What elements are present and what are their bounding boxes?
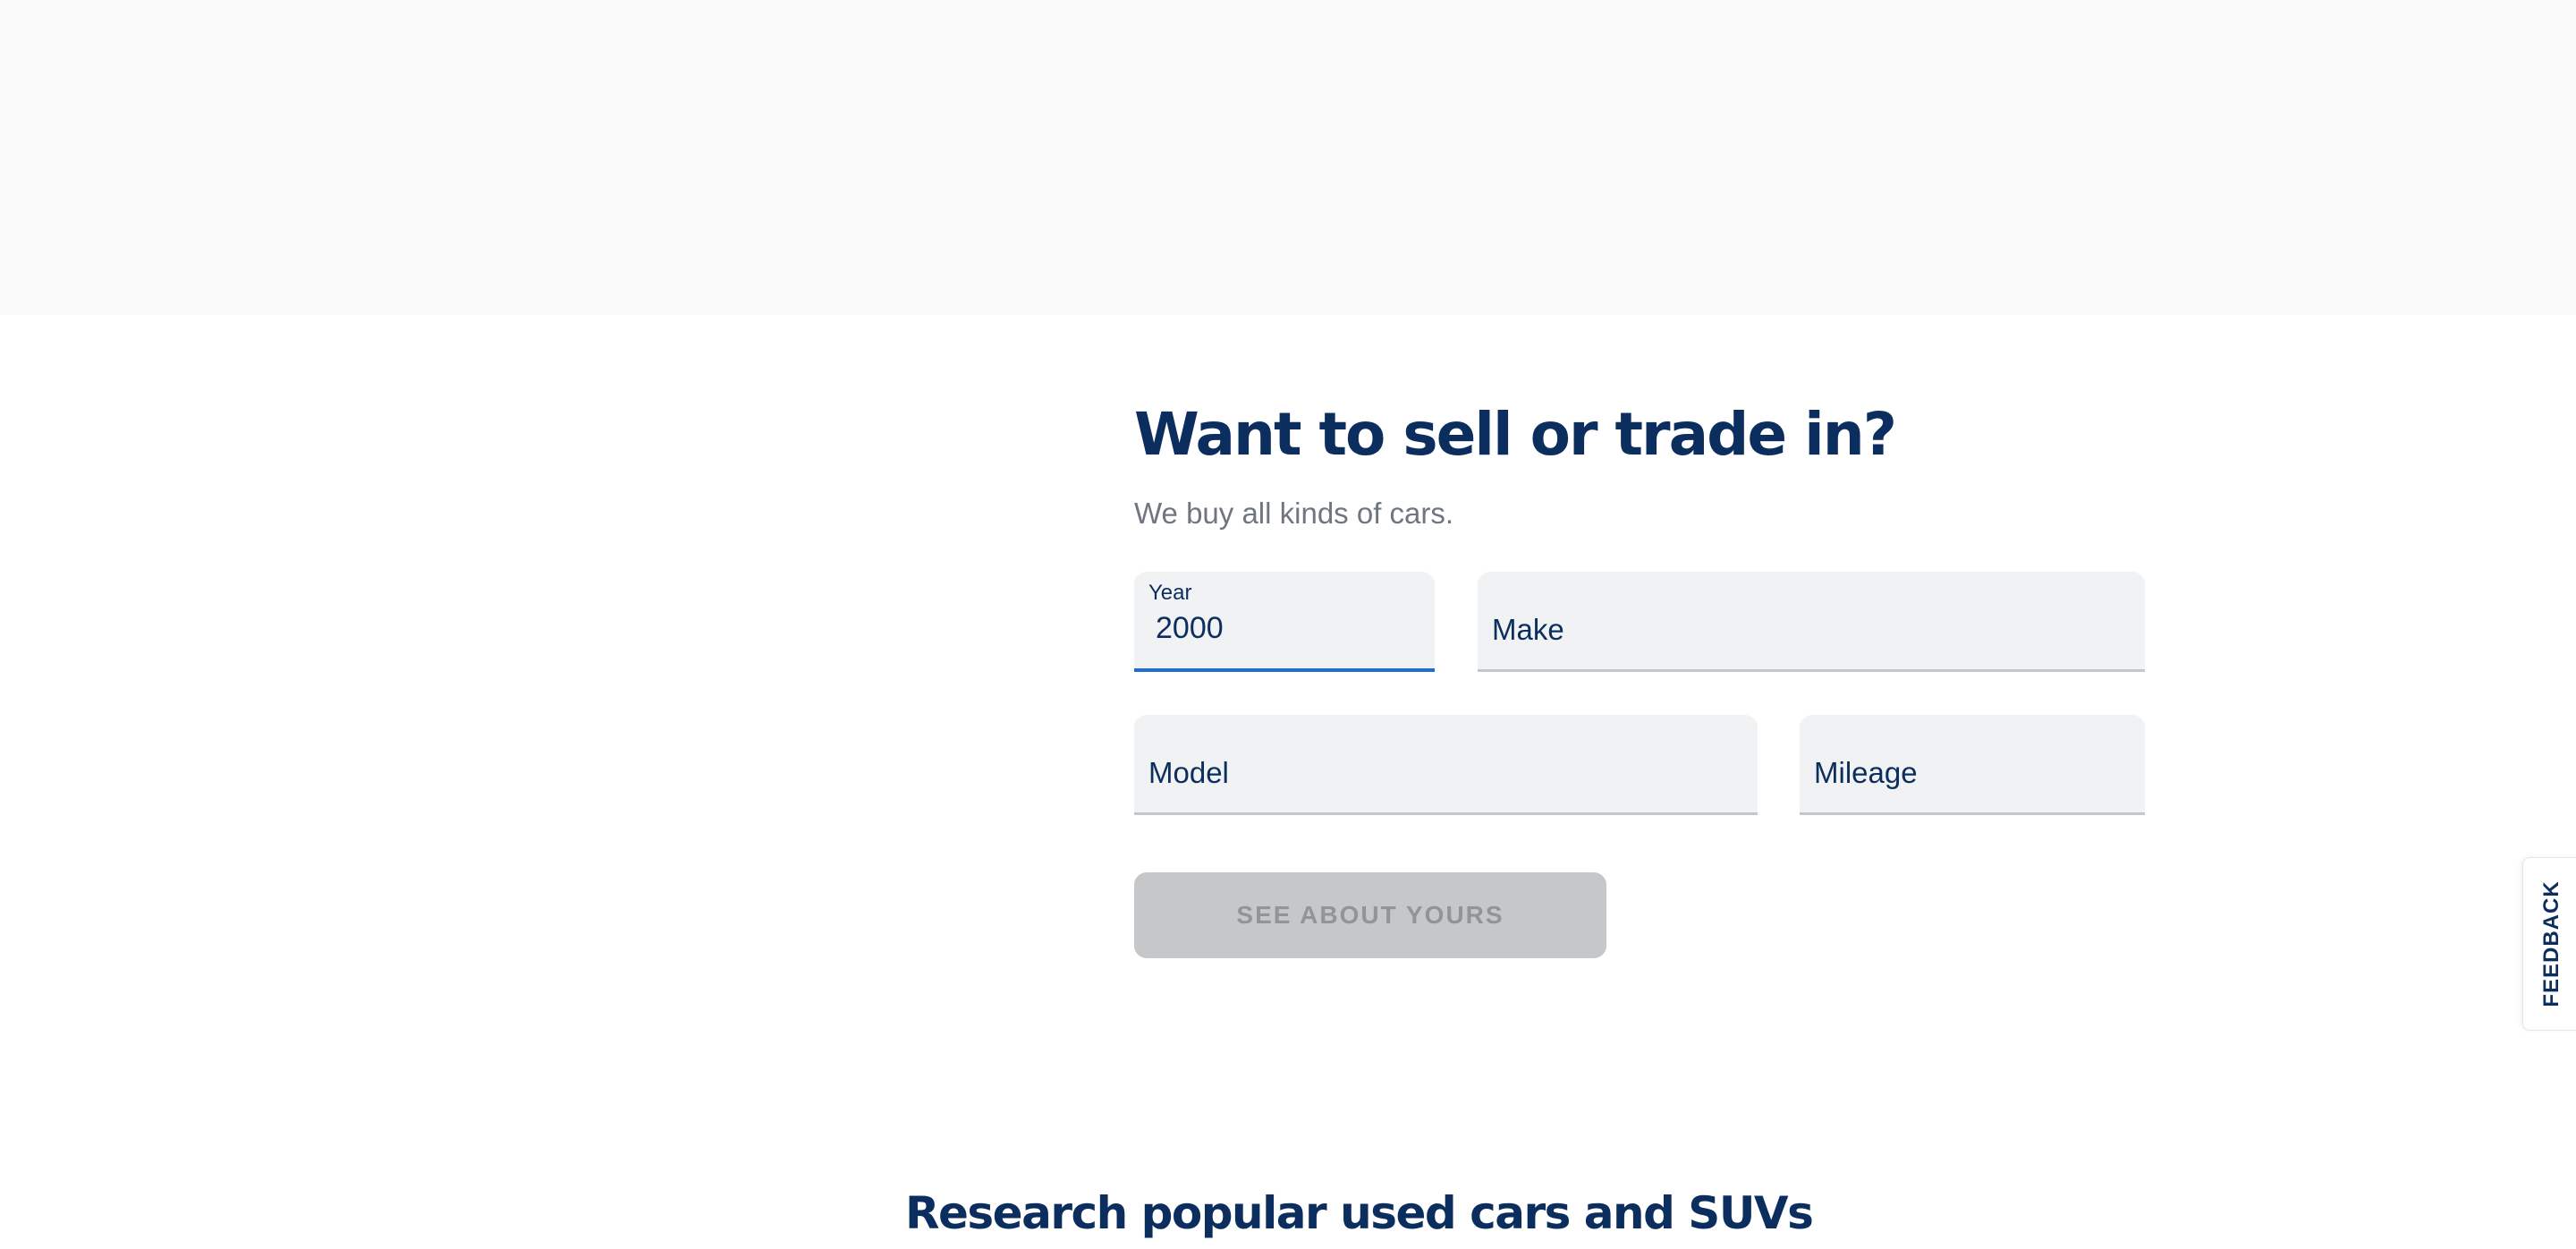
research-popular-heading: Research popular used cars and SUVs — [905, 1187, 1814, 1239]
sell-trade-in-subheading: We buy all kinds of cars. — [1134, 497, 1454, 530]
sell-trade-in-section: Want to sell or trade in? We buy all kin… — [1134, 385, 2145, 958]
feedback-tab[interactable]: FEEDBACK — [2522, 857, 2576, 1031]
year-field-value[interactable]: 2000 — [1156, 611, 1224, 646]
year-field-label: Year — [1148, 581, 1192, 605]
year-field[interactable]: Year 2000 — [1134, 572, 1435, 672]
sell-trade-in-heading: Want to sell or trade in? — [1134, 400, 1897, 469]
see-about-yours-button[interactable]: SEE ABOUT YOURS — [1134, 872, 1606, 958]
feedback-tab-label: FEEDBACK — [2538, 880, 2563, 1007]
model-field[interactable]: Model — [1134, 715, 1758, 815]
mileage-field-placeholder: Mileage — [1814, 756, 1918, 789]
make-field[interactable]: Make — [1478, 572, 2145, 672]
mileage-field[interactable]: Mileage — [1800, 715, 2145, 815]
model-field-placeholder: Model — [1148, 756, 1229, 789]
top-banner-area — [0, 0, 2576, 315]
make-field-placeholder: Make — [1492, 613, 1564, 646]
